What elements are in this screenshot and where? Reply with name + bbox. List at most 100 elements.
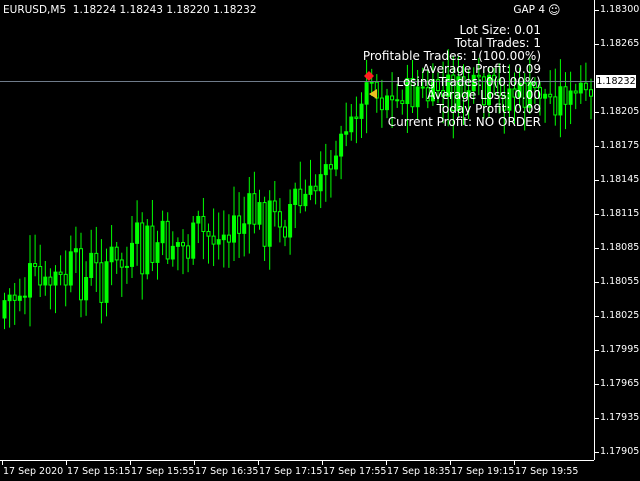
candle-body: [53, 271, 58, 286]
price-tick: [595, 282, 599, 283]
candle-body: [2, 300, 7, 319]
candle-body: [89, 252, 94, 278]
price-label: 1.17995: [600, 344, 640, 355]
candle-body: [573, 90, 578, 94]
candle-body: [344, 131, 349, 135]
candle-body: [563, 86, 568, 105]
candle-body: [328, 164, 333, 170]
buy-arrow-icon: [364, 71, 374, 81]
candle-body: [206, 231, 211, 237]
candle-body: [354, 116, 359, 119]
candle-body: [109, 246, 114, 263]
price-axis[interactable]: 1.18300 1.18265 1.18205 1.18175 1.18145 …: [594, 0, 640, 460]
candle-body: [242, 223, 247, 234]
candle-body: [262, 202, 267, 247]
candle-body: [124, 265, 129, 268]
price-tick: [595, 44, 599, 45]
time-tick: [130, 461, 131, 465]
price-tick: [595, 384, 599, 385]
time-label: 17 Sep 17:15: [259, 466, 323, 477]
time-tick: [2, 461, 3, 465]
candle-body: [334, 155, 338, 170]
price-tick: [595, 248, 599, 249]
candle-body: [68, 251, 73, 286]
candle-body: [22, 295, 27, 298]
trade-info-panel: Lot Size: 0.01 Total Trades: 1 Profitabl…: [363, 23, 541, 129]
candle-body: [313, 185, 318, 192]
candle-body: [191, 222, 196, 259]
price-tick: [595, 316, 599, 317]
time-tick: [322, 461, 323, 465]
price-label: 1.18300: [600, 4, 640, 15]
candle-body: [237, 215, 242, 234]
price-tick: [595, 146, 599, 147]
price-tick: [595, 180, 599, 181]
candle-body: [583, 82, 588, 91]
time-tick: [514, 461, 515, 465]
price-label: 1.18055: [600, 276, 640, 287]
candle-body: [165, 220, 170, 260]
candle-body: [135, 222, 140, 244]
time-label: 17 Sep 17:55: [323, 466, 387, 477]
candle-body: [298, 188, 303, 207]
candle-body: [267, 200, 272, 247]
candle-body: [568, 90, 573, 105]
candle-body: [303, 193, 308, 207]
candle-body: [196, 215, 201, 224]
candle-body: [247, 193, 252, 225]
candle-body: [12, 294, 17, 301]
candle-body: [339, 133, 344, 157]
candle-body: [548, 93, 553, 98]
time-axis[interactable]: 17 Sep 2020 17 Sep 15:15 17 Sep 15:55 17…: [0, 460, 594, 481]
candle-body: [181, 242, 185, 247]
candle-body: [17, 295, 22, 301]
price-label: 1.18025: [600, 310, 640, 321]
candle-body: [99, 262, 104, 303]
time-label: 17 Sep 15:55: [131, 466, 195, 477]
candle-body: [589, 89, 593, 97]
candle-body: [293, 188, 298, 206]
candle-body: [114, 246, 119, 261]
candle-body: [308, 185, 313, 195]
candle-body: [543, 93, 548, 99]
time-label: 17 Sep 16:35: [195, 466, 259, 477]
candle-body: [221, 234, 226, 241]
candle-body: [170, 245, 175, 260]
candle-body: [84, 276, 89, 301]
average-loss-text: Average Loss: 0.00: [427, 88, 541, 103]
candle-body: [38, 266, 43, 286]
candle-body: [79, 248, 83, 301]
candle-body: [257, 202, 262, 225]
current-price-label: 1.18232: [596, 75, 636, 88]
chart-area[interactable]: EURUSD,M5 1.18224 1.18243 1.18220 1.1823…: [0, 0, 594, 460]
candle-body: [186, 245, 191, 259]
candle-body: [277, 211, 282, 228]
price-tick: [595, 350, 599, 351]
time-tick: [450, 461, 451, 465]
price-label: 1.17905: [600, 446, 640, 457]
candle-body: [558, 86, 563, 116]
candle-body: [63, 273, 68, 286]
time-label: 17 Sep 19:55: [515, 466, 579, 477]
candle-body: [155, 242, 160, 263]
time-label: 17 Sep 18:35: [387, 466, 451, 477]
candle-body: [94, 252, 99, 264]
time-label: 17 Sep 15:15: [67, 466, 131, 477]
candle-body: [232, 215, 236, 243]
smiley-icon[interactable]: ☺: [548, 4, 561, 16]
candle-body: [323, 164, 328, 176]
price-label: 1.18175: [600, 140, 640, 151]
candle-body: [175, 242, 180, 247]
candle-body: [226, 234, 231, 243]
candle-body: [150, 225, 155, 263]
candle-body: [73, 248, 78, 253]
price-tick: [595, 418, 599, 419]
price-label: 1.18205: [600, 106, 640, 117]
price-label: 1.17935: [600, 412, 640, 423]
symbol-info-header: EURUSD,M5 1.18224 1.18243 1.18220 1.1823…: [3, 4, 257, 16]
time-tick: [386, 461, 387, 465]
time-tick: [66, 461, 67, 465]
time-tick: [194, 461, 195, 465]
candle-body: [349, 116, 354, 133]
price-tick: [595, 112, 599, 113]
